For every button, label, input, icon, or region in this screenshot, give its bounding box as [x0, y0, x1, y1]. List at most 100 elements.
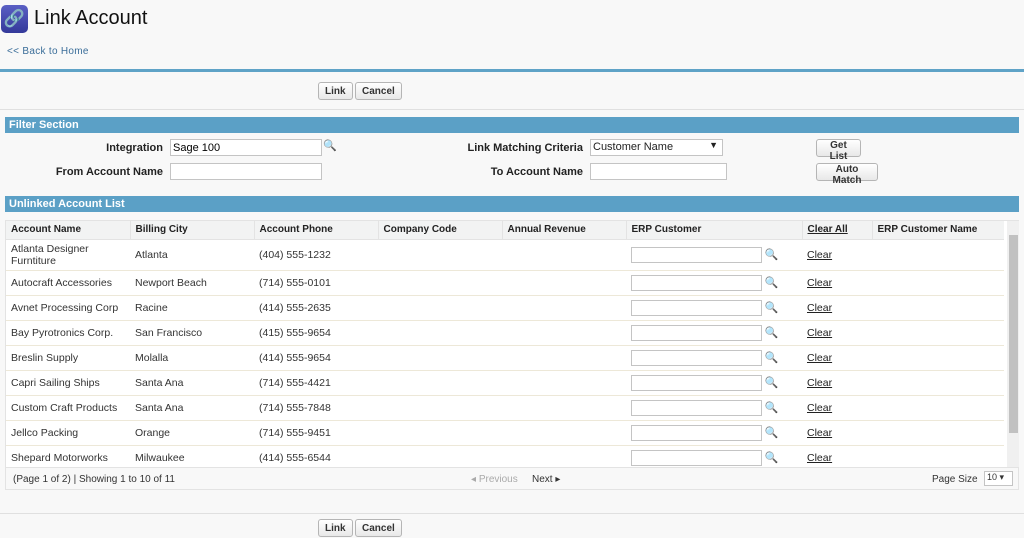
filter-section-header: Filter Section	[5, 117, 1019, 133]
erp-customer-name-cell	[872, 320, 1004, 346]
scrollbar-thumb[interactable]	[1009, 235, 1018, 433]
clear-link[interactable]: Clear	[807, 277, 832, 289]
back-to-home-link[interactable]: << Back to Home	[7, 46, 89, 57]
erp-customer-input[interactable]	[631, 349, 762, 366]
account-phone-cell: (714) 555-0101	[254, 270, 378, 296]
from-account-name-input[interactable]	[170, 163, 322, 180]
erp-customer-input[interactable]	[631, 399, 762, 416]
lookup-icon[interactable]: 🔍	[323, 140, 337, 153]
link-button[interactable]: Link	[318, 82, 353, 100]
pagination-bar: (Page 1 of 2) | Showing 1 to 10 of 11 ◂ …	[6, 467, 1018, 489]
account-phone-cell: (714) 555-7848	[254, 395, 378, 421]
divider	[0, 109, 1024, 110]
company-code-cell	[378, 270, 502, 296]
erp-customer-name-cell	[872, 239, 1004, 271]
next-button[interactable]: Next ▸	[532, 474, 560, 485]
lookup-icon[interactable]: 🔍	[765, 376, 779, 388]
account-name-cell: Custom Craft Products	[6, 395, 130, 421]
erp-customer-name-cell	[872, 370, 1004, 396]
clear-cell: Clear	[802, 345, 872, 371]
from-account-name-label: From Account Name	[55, 166, 163, 178]
link-matching-criteria-select[interactable]: Customer Name ▼	[590, 139, 723, 156]
clear-link[interactable]: Clear	[807, 377, 832, 389]
erp-customer-name-cell	[872, 420, 1004, 446]
auto-match-button[interactable]: Auto Match	[816, 163, 878, 186]
company-code-cell	[378, 420, 502, 446]
erp-customer-cell: 🔍	[626, 370, 802, 396]
lookup-icon[interactable]: 🔍	[765, 326, 779, 338]
account-name-cell: Breslin Supply	[6, 345, 130, 371]
cancel-button-bottom[interactable]: Cancel	[355, 519, 402, 537]
erp-customer-input[interactable]	[631, 299, 762, 316]
get-list-button[interactable]: Get List	[816, 139, 861, 162]
erp-customer-name-cell	[872, 395, 1004, 421]
selected-value: Customer Name	[593, 141, 674, 153]
lookup-icon[interactable]: 🔍	[765, 401, 779, 413]
erp-customer-cell: 🔍	[626, 395, 802, 421]
erp-customer-cell: 🔍	[626, 239, 802, 271]
column-header: Account Name	[6, 221, 130, 240]
billing-city-cell: Molalla	[130, 345, 254, 371]
table-row: Atlanta Designer Furntiture Atlanta (404) …	[6, 239, 1004, 271]
table-row: Custom Craft Products Santa Ana (714) 555-…	[6, 395, 1004, 421]
clear-link[interactable]: Clear	[807, 302, 832, 314]
table-row: Bay Pyrotronics Corp. San Francisco (415) …	[6, 320, 1004, 346]
erp-customer-input[interactable]	[631, 374, 762, 391]
lookup-icon[interactable]: 🔍	[765, 276, 779, 288]
lookup-icon[interactable]: 🔍	[765, 301, 779, 313]
erp-customer-input[interactable]	[631, 449, 762, 466]
billing-city-cell: Santa Ana	[130, 370, 254, 396]
previous-button[interactable]: ◂ Previous	[471, 474, 518, 485]
to-account-name-input[interactable]	[590, 163, 727, 180]
erp-customer-input[interactable]	[631, 324, 762, 341]
scrollbar[interactable]	[1007, 221, 1019, 467]
page-size-select[interactable]: 10 ▾	[984, 471, 1013, 486]
to-account-name-label: To Account Name	[490, 166, 583, 178]
clear-cell: Clear	[802, 295, 872, 321]
account-phone-cell: (414) 555-9654	[254, 345, 378, 371]
clear-link[interactable]: Clear	[807, 427, 832, 439]
table-row: Autocraft Accessories Newport Beach (714) …	[6, 270, 1004, 296]
company-code-cell	[378, 395, 502, 421]
company-code-cell	[378, 345, 502, 371]
account-name-cell: Avnet Processing Corp	[6, 295, 130, 321]
erp-customer-input[interactable]	[631, 424, 762, 441]
link-icon: 🔗	[1, 5, 28, 33]
clear-cell: Clear	[802, 320, 872, 346]
clear-cell: Clear	[802, 270, 872, 296]
clear-link[interactable]: Clear	[807, 249, 832, 261]
billing-city-cell: Orange	[130, 420, 254, 446]
erp-customer-cell: 🔍	[626, 420, 802, 446]
lookup-icon[interactable]: 🔍	[765, 426, 779, 438]
chevron-down-icon: ▾	[999, 472, 1005, 482]
account-phone-cell: (714) 555-9451	[254, 420, 378, 446]
link-button-bottom[interactable]: Link	[318, 519, 353, 537]
clear-link[interactable]: Clear	[807, 452, 832, 464]
annual-revenue-cell	[502, 270, 626, 296]
account-name-cell: Atlanta Designer Furntiture	[6, 239, 130, 271]
annual-revenue-cell	[502, 320, 626, 346]
cancel-button[interactable]: Cancel	[355, 82, 402, 100]
annual-revenue-cell	[502, 295, 626, 321]
erp-customer-input[interactable]	[631, 274, 762, 291]
erp-customer-cell: 🔍	[626, 295, 802, 321]
clear-cell: Clear	[802, 239, 872, 271]
erp-customer-cell: 🔍	[626, 345, 802, 371]
unlinked-account-table: Account Name Billing City Account Phone …	[5, 220, 1019, 490]
erp-customer-input[interactable]	[631, 246, 762, 263]
company-code-cell	[378, 370, 502, 396]
clear-link[interactable]: Clear	[807, 352, 832, 364]
erp-customer-cell: 🔍	[626, 270, 802, 296]
lookup-icon[interactable]: 🔍	[765, 248, 779, 260]
clear-all-link[interactable]: Clear All	[801, 221, 872, 240]
clear-cell: Clear	[802, 370, 872, 396]
divider	[0, 69, 1024, 72]
integration-input[interactable]	[170, 139, 322, 156]
account-name-cell: Capri Sailing Ships	[6, 370, 130, 396]
clear-link[interactable]: Clear	[807, 327, 832, 339]
lookup-icon[interactable]: 🔍	[765, 451, 779, 463]
erp-customer-name-cell	[872, 295, 1004, 321]
clear-link[interactable]: Clear	[807, 402, 832, 414]
account-phone-cell: (415) 555-9654	[254, 320, 378, 346]
lookup-icon[interactable]: 🔍	[765, 351, 779, 363]
